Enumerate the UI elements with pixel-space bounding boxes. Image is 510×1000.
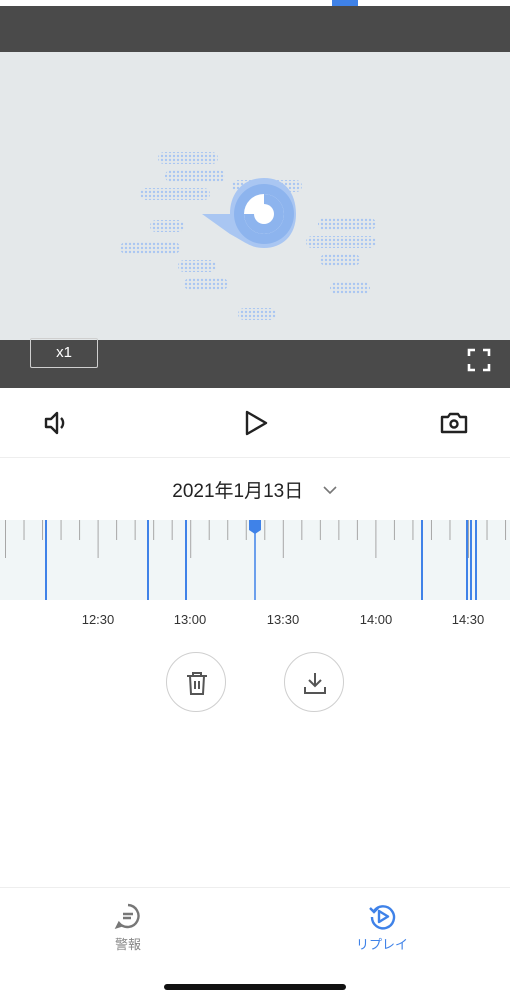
video-player[interactable] xyxy=(0,52,510,340)
tab-replay[interactable]: リプレイ xyxy=(332,902,432,958)
fullscreen-icon[interactable] xyxy=(467,348,491,372)
time-label: 14:30 xyxy=(451,612,485,627)
delete-button[interactable] xyxy=(166,652,226,712)
replay-icon xyxy=(369,905,396,930)
time-label: 13:30 xyxy=(266,612,300,627)
video-bottom-bar: x1 xyxy=(0,338,510,388)
date-label: 2021年1月13日 xyxy=(172,481,304,502)
time-label: 13:00 xyxy=(173,612,207,627)
timeline-playhead-handle[interactable] xyxy=(249,520,261,534)
camera-icon[interactable] xyxy=(440,409,468,437)
tab-replay-label: リプレイ xyxy=(355,937,408,952)
tab-bar: 警報 リプレイ xyxy=(0,887,510,1000)
play-icon[interactable] xyxy=(242,409,270,437)
chat-icon xyxy=(114,903,140,929)
tab-alerts[interactable]: 警報 xyxy=(78,902,178,958)
recording-timeline[interactable] xyxy=(0,520,510,600)
tab-alerts-label: 警報 xyxy=(114,937,141,952)
timeline-track[interactable] xyxy=(0,520,510,600)
playback-speed-button[interactable]: x1 xyxy=(30,338,98,368)
download-button[interactable] xyxy=(284,652,344,712)
home-indicator xyxy=(164,984,346,990)
date-selector[interactable]: 2021年1月13日 xyxy=(0,476,510,508)
time-label: 12:30 xyxy=(81,612,115,627)
time-label: 14:00 xyxy=(359,612,393,627)
trash-icon xyxy=(187,672,207,695)
video-top-bar xyxy=(0,6,510,52)
player-controls xyxy=(0,388,510,458)
time-axis: 12:30 13:00 13:30 14:00 14:30 xyxy=(0,612,510,632)
chevron-down-icon xyxy=(323,485,337,494)
speaker-icon[interactable] xyxy=(43,409,71,437)
video-placeholder-logo xyxy=(120,152,376,320)
download-icon xyxy=(304,673,326,694)
